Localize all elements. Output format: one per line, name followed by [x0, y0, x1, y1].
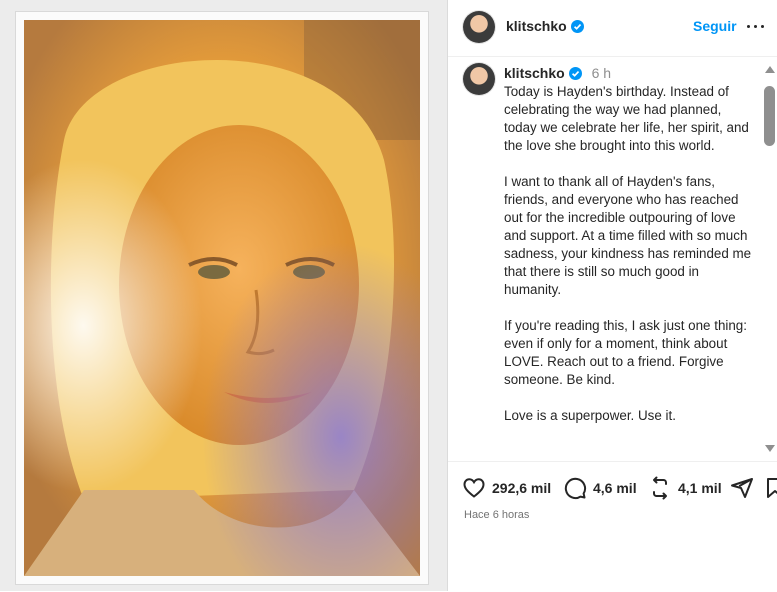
- caption-paragraph: I want to thank all of Hayden's fans, fr…: [504, 174, 752, 297]
- comment-icon: [564, 477, 587, 500]
- post-actions: 292,6 mil 4,6 mil 4,1 mil Hace 6 horas: [448, 461, 777, 592]
- caption-author-avatar[interactable]: [463, 63, 495, 95]
- share-icon: [731, 478, 753, 498]
- author-username[interactable]: klitschko: [506, 18, 584, 34]
- post-timestamp[interactable]: Hace 6 horas: [464, 509, 529, 521]
- caption-paragraph: If you're reading this, I ask just one t…: [504, 318, 747, 387]
- save-button[interactable]: [763, 476, 777, 500]
- post-details-panel: klitschko Seguir klitschko 6 h Today is …: [448, 0, 777, 591]
- post-caption: Today is Hayden's birthday. Instead of c…: [504, 83, 756, 443]
- polaroid-frame: [16, 12, 428, 584]
- verified-badge-icon: [570, 20, 584, 33]
- caption-scrollbar[interactable]: [761, 60, 777, 460]
- caption-paragraph: Love is a superpower. Use it.: [504, 408, 676, 423]
- repost-icon: [653, 476, 667, 500]
- scroll-thumb[interactable]: [764, 86, 775, 146]
- caption-paragraph: Today is Hayden's birthday. Instead of c…: [504, 84, 749, 153]
- repost-button[interactable]: 4,1 mil: [648, 476, 722, 500]
- heart-icon: [463, 478, 485, 498]
- follow-button[interactable]: Seguir: [693, 18, 737, 34]
- author-username-text[interactable]: klitschko: [506, 18, 567, 34]
- bookmark-icon: [767, 478, 777, 498]
- comment-button[interactable]: 4,6 mil: [563, 476, 637, 500]
- post-photo[interactable]: [24, 20, 420, 576]
- caption-section: klitschko 6 h Today is Hayden's birthday…: [448, 57, 777, 460]
- caption-username[interactable]: klitschko: [504, 65, 565, 81]
- portrait-illustration: [24, 20, 420, 576]
- like-button[interactable]: 292,6 mil: [462, 476, 551, 500]
- post-media: [0, 0, 447, 591]
- comment-count[interactable]: 4,6 mil: [593, 480, 637, 496]
- author-avatar[interactable]: [463, 11, 495, 43]
- verified-badge-icon: [568, 67, 582, 80]
- more-icon[interactable]: [744, 16, 766, 36]
- repost-count[interactable]: 4,1 mil: [678, 480, 722, 496]
- post-relative-time[interactable]: 6 h: [592, 65, 611, 81]
- post-header: klitschko Seguir: [448, 0, 777, 57]
- like-count[interactable]: 292,6 mil: [492, 480, 551, 496]
- scroll-down-arrow-icon[interactable]: [765, 445, 775, 452]
- share-button[interactable]: [730, 476, 754, 500]
- scroll-up-arrow-icon[interactable]: [765, 66, 775, 73]
- caption-header: klitschko 6 h: [504, 65, 611, 81]
